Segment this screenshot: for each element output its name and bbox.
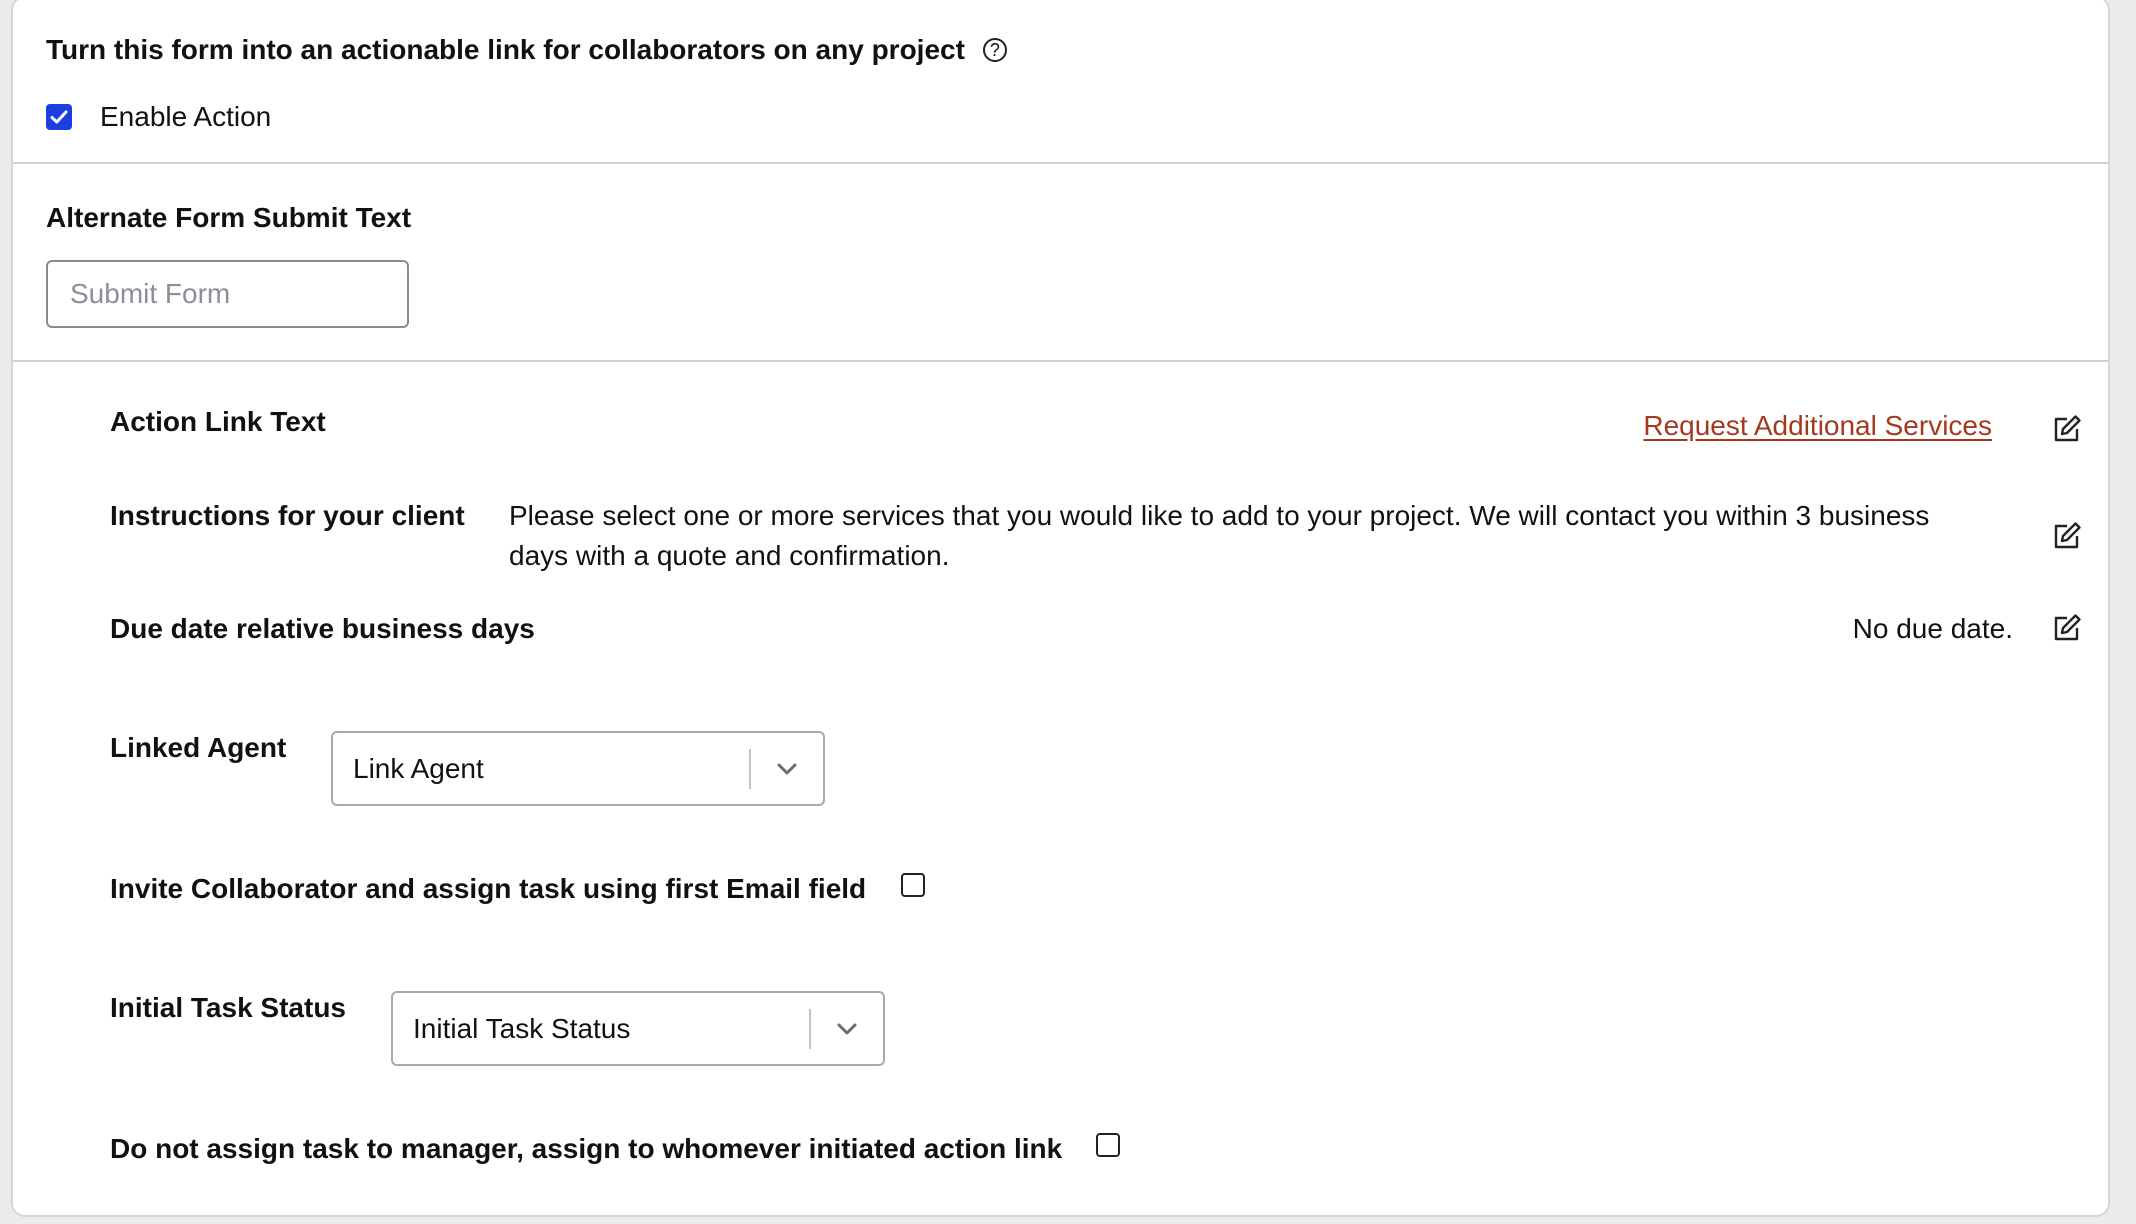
enable-action-row[interactable]: Enable Action — [46, 97, 271, 137]
action-settings-card: Turn this form into an actionable link f… — [11, 0, 2110, 1217]
instructions-text: Please select one or more services that … — [509, 496, 1929, 576]
action-link-text-value[interactable]: Request Additional Services — [1643, 409, 1992, 443]
linked-agent-label: Linked Agent — [110, 732, 287, 763]
due-date-label: Due date relative business days — [110, 613, 535, 644]
submit-text-heading: Alternate Form Submit Text — [46, 202, 412, 233]
no-assign-manager-label: Do not assign task to manager, assign to… — [110, 1133, 1063, 1164]
instructions-line: days with a quote and confirmation. — [509, 540, 950, 571]
invite-collaborator-label: Invite Collaborator and assign task usin… — [110, 873, 867, 904]
section-divider — [13, 162, 2108, 164]
linked-agent-select[interactable]: Link Agent — [331, 731, 825, 806]
edit-icon[interactable] — [2050, 611, 2084, 645]
initial-task-status-selected: Initial Task Status — [413, 1012, 631, 1044]
due-date-value: No due date. — [1852, 613, 2013, 644]
action-section-heading-row: Turn this form into an actionable link f… — [46, 33, 1007, 67]
no-assign-manager-checkbox[interactable] — [1096, 1133, 1120, 1157]
submit-text-input[interactable] — [46, 260, 409, 328]
enable-action-checkbox[interactable] — [46, 104, 72, 130]
invite-collaborator-checkbox[interactable] — [901, 873, 925, 897]
linked-agent-selected: Link Agent — [353, 752, 484, 784]
chevron-down-icon[interactable] — [811, 993, 883, 1064]
action-section-heading: Turn this form into an actionable link f… — [46, 34, 965, 65]
initial-task-status-select[interactable]: Initial Task Status — [391, 991, 885, 1066]
initial-task-status-label: Initial Task Status — [110, 992, 346, 1023]
section-divider — [13, 360, 2108, 362]
edit-icon[interactable] — [2050, 519, 2084, 553]
instructions-label: Instructions for your client — [110, 500, 465, 531]
enable-action-label: Enable Action — [100, 101, 272, 132]
help-icon[interactable]: ? — [982, 38, 1007, 62]
edit-icon[interactable] — [2050, 412, 2084, 446]
check-icon — [50, 110, 68, 124]
chevron-down-icon[interactable] — [751, 733, 823, 804]
action-link-text-label: Action Link Text — [110, 406, 326, 437]
instructions-line: Please select one or more services that … — [509, 500, 1930, 531]
